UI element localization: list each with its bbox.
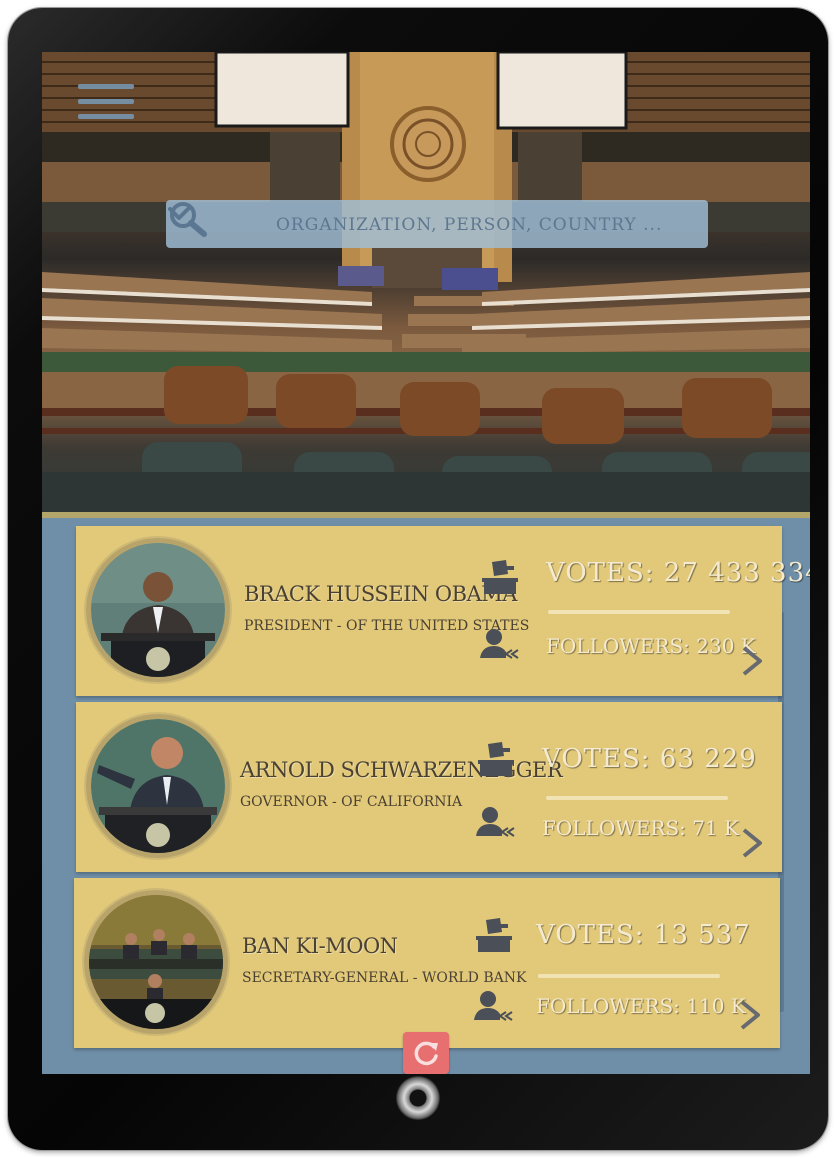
person-role: GOVERNOR - OF CALIFORNIA [240, 794, 463, 810]
person-photo [89, 895, 223, 1029]
person-card[interactable]: BAN KI-MOON SECRETARY-GENERAL - WORLD BA… [74, 878, 780, 1048]
avatar [86, 714, 230, 858]
votes-count: VOTES: 27 433 334 [546, 558, 810, 588]
hamburger-icon-line [78, 114, 134, 119]
ballot-box-icon [476, 918, 512, 952]
hamburger-icon-line [78, 99, 134, 104]
search-bar[interactable] [166, 200, 708, 248]
person-photo [91, 719, 225, 853]
app-screen: BRACK HUSSEIN OBAMA PRESIDENT - OF THE U… [42, 52, 810, 1074]
avatar [84, 890, 228, 1034]
chevron-right-icon[interactable] [738, 998, 762, 1032]
followers-count: FOLLOWERS: 230 K [546, 634, 756, 658]
hamburger-menu-button[interactable] [78, 84, 134, 120]
stat-divider [548, 610, 730, 614]
followers-count: FOLLOWERS: 71 K [542, 816, 739, 840]
person-card[interactable]: BRACK HUSSEIN OBAMA PRESIDENT - OF THE U… [76, 526, 810, 696]
user-follow-icon [480, 629, 519, 659]
stat-divider [546, 796, 728, 800]
person-name: BAN KI-MOON [242, 934, 398, 958]
avatar [86, 538, 230, 682]
stat-divider [538, 974, 720, 978]
home-button[interactable] [396, 1076, 440, 1120]
votes-count: VOTES: 63 229 [542, 744, 757, 774]
chevron-right-icon[interactable] [740, 644, 764, 678]
ballot-box-icon [482, 560, 518, 594]
tablet-frame: BRACK HUSSEIN OBAMA PRESIDENT - OF THE U… [8, 8, 828, 1150]
search-input[interactable] [274, 208, 668, 242]
chevron-right-icon[interactable] [740, 826, 764, 860]
chevron-down-icon[interactable] [166, 200, 192, 226]
refresh-button[interactable] [403, 1032, 449, 1074]
user-follow-icon [476, 807, 515, 837]
person-card[interactable]: ARNOLD SCHWARZENEGGER GOVERNOR - OF CALI… [76, 702, 782, 872]
person-role: SECRETARY-GENERAL - WORLD BANK [242, 970, 527, 986]
assembly-hall-illustration [42, 52, 810, 512]
ballot-box-icon [478, 742, 514, 776]
refresh-icon [414, 1041, 438, 1066]
votes-count: VOTES: 13 537 [536, 920, 751, 950]
person-photo [91, 543, 225, 677]
person-name: BRACK HUSSEIN OBAMA [244, 582, 517, 606]
user-follow-icon [474, 991, 513, 1021]
followers-count: FOLLOWERS: 110 K [536, 994, 746, 1018]
hero-image-un-assembly-hall [42, 52, 810, 512]
hamburger-icon [78, 84, 134, 89]
